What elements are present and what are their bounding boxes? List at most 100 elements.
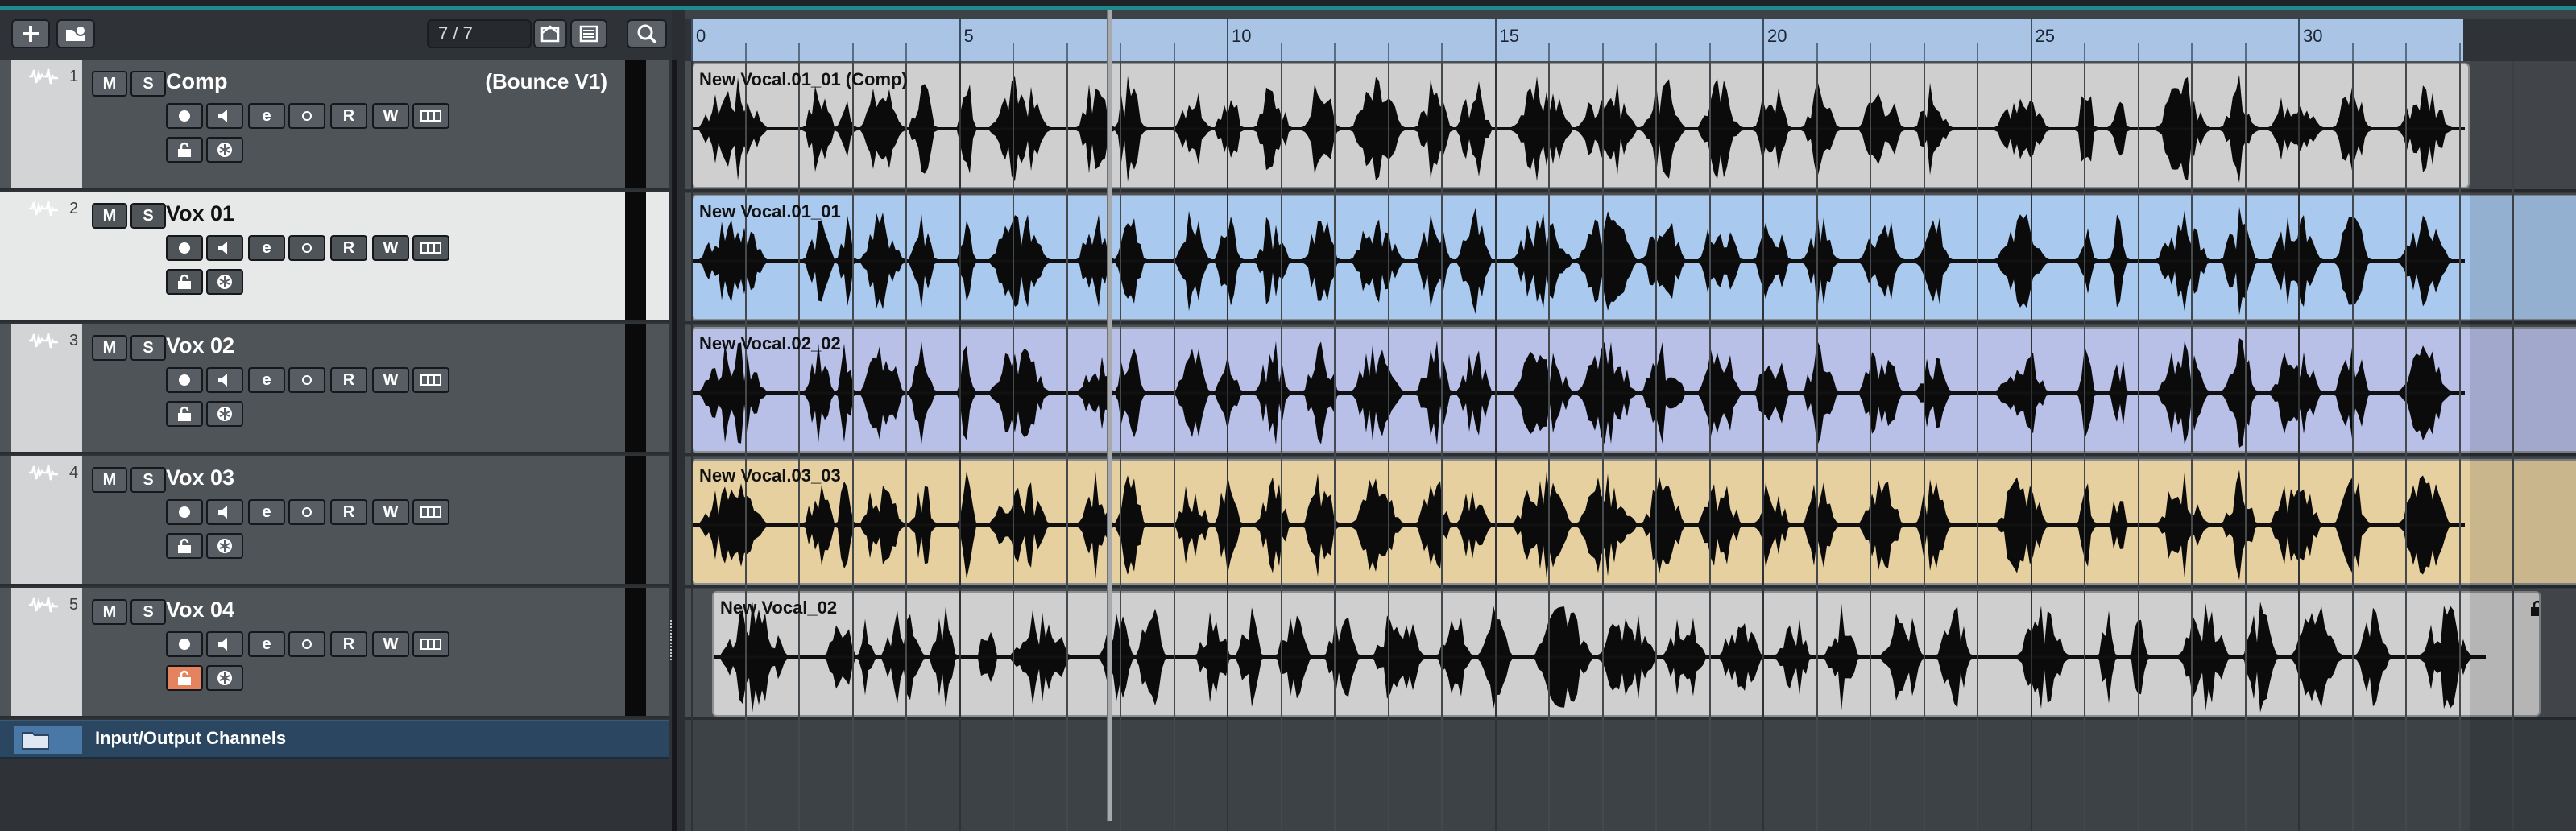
track-name[interactable]: Vox 03: [166, 465, 234, 490]
search-button[interactable]: [627, 19, 667, 48]
record-enable-button[interactable]: [166, 499, 203, 525]
monitor-button[interactable]: [206, 631, 243, 657]
mute-button[interactable]: M: [92, 71, 127, 97]
write-automation-button[interactable]: W: [372, 499, 409, 525]
read-automation-button[interactable]: R: [330, 103, 367, 129]
track-header[interactable]: 2 M S Vox 01 e R W: [0, 192, 669, 322]
circle-icon: [302, 111, 312, 121]
channel-settings-button[interactable]: [412, 499, 449, 525]
track-name[interactable]: Vox 04: [166, 597, 234, 622]
edit-button[interactable]: e: [248, 631, 285, 657]
channel-settings-button[interactable]: [412, 235, 449, 261]
monitor-button[interactable]: [206, 367, 243, 393]
grid-line: [744, 61, 747, 831]
lock-button[interactable]: [166, 269, 203, 295]
write-automation-button[interactable]: W: [372, 631, 409, 657]
edit-button[interactable]: e: [248, 103, 285, 129]
monitor-button[interactable]: [206, 103, 243, 129]
freeze-button[interactable]: [206, 137, 243, 163]
add-folder-button[interactable]: [56, 19, 95, 48]
track-meter: [625, 324, 646, 452]
solo-button[interactable]: S: [130, 71, 166, 97]
edit-button[interactable]: e: [248, 367, 285, 393]
cycle-range[interactable]: [691, 19, 2463, 61]
grid-line: [851, 61, 854, 831]
track-header[interactable]: 3 M S Vox 02 e R W: [0, 324, 669, 454]
speaker-icon: [218, 506, 227, 519]
plus-icon: [23, 26, 39, 42]
freeze-button[interactable]: [206, 665, 243, 691]
write-automation-button[interactable]: W: [372, 367, 409, 393]
panel-splitter[interactable]: [672, 60, 677, 831]
channel-settings-button[interactable]: [412, 103, 449, 129]
read-automation-button[interactable]: R: [330, 631, 367, 657]
freeze-button[interactable]: [206, 401, 243, 427]
ruler-minor-tick: [2458, 43, 2461, 61]
monitor-button[interactable]: [206, 499, 243, 525]
lane-button[interactable]: [288, 367, 325, 393]
ruler-major-tick: [2298, 19, 2300, 61]
lane-button[interactable]: [288, 235, 325, 261]
write-automation-button[interactable]: W: [372, 103, 409, 129]
monitor-button[interactable]: [206, 235, 243, 261]
edit-button[interactable]: e: [248, 235, 285, 261]
lock-button[interactable]: [166, 137, 203, 163]
io-channels-folder[interactable]: Input/Output Channels: [0, 720, 669, 759]
channel-settings-button[interactable]: [412, 367, 449, 393]
lane-button[interactable]: [288, 499, 325, 525]
audio-event[interactable]: New Vocal.03_03: [691, 459, 2576, 585]
track-name[interactable]: Vox 01: [166, 201, 234, 226]
lock-button[interactable]: [166, 401, 203, 427]
mute-button[interactable]: M: [92, 203, 127, 229]
audio-event[interactable]: New Vocal.02_02: [691, 327, 2576, 453]
track-color-strip[interactable]: 3: [11, 324, 82, 452]
record-enable-button[interactable]: [166, 235, 203, 261]
lock-button[interactable]: [166, 533, 203, 559]
solo-button[interactable]: S: [130, 599, 166, 625]
add-track-button[interactable]: [11, 19, 50, 48]
lane-button[interactable]: [288, 103, 325, 129]
mute-button[interactable]: M: [92, 335, 127, 361]
mute-button[interactable]: M: [92, 467, 127, 493]
record-enable-button[interactable]: [166, 103, 203, 129]
freeze-button[interactable]: [206, 533, 243, 559]
visibility-button[interactable]: [533, 19, 567, 48]
read-automation-button[interactable]: R: [330, 499, 367, 525]
channel-settings-button[interactable]: [412, 631, 449, 657]
track-color-strip[interactable]: 4: [11, 456, 82, 584]
solo-button[interactable]: S: [130, 467, 166, 493]
track-name[interactable]: Comp: [166, 69, 228, 94]
record-enable-button[interactable]: [166, 631, 203, 657]
track-color-strip[interactable]: 2: [11, 192, 82, 320]
splitter-grip[interactable]: [670, 620, 675, 660]
freeze-button[interactable]: [206, 269, 243, 295]
solo-button[interactable]: S: [130, 203, 166, 229]
lane-button[interactable]: [288, 631, 325, 657]
write-automation-button[interactable]: W: [372, 235, 409, 261]
audio-event[interactable]: New Vocal.01_01: [691, 195, 2576, 320]
track-color-strip[interactable]: 1: [11, 60, 82, 188]
solo-button[interactable]: S: [130, 335, 166, 361]
audio-event-name: New Vocal_02: [720, 597, 838, 618]
edit-button[interactable]: e: [248, 499, 285, 525]
track-header[interactable]: 4 M S Vox 03 e R W: [0, 456, 669, 586]
record-enable-button[interactable]: [166, 367, 203, 393]
audio-event[interactable]: New Vocal.01_01 (Comp): [691, 63, 2470, 188]
track-color-strip[interactable]: 5: [11, 588, 82, 716]
track-header[interactable]: 5 M S Vox 04 e R W: [0, 588, 669, 718]
mute-button[interactable]: M: [92, 599, 127, 625]
track-name[interactable]: Vox 02: [166, 333, 234, 358]
channel-strip-icon: [420, 506, 441, 518]
track-number: 3: [69, 332, 79, 349]
channel-strip-icon: [420, 639, 441, 650]
track-header[interactable]: 1 M S Comp (Bounce V1) e R W: [0, 60, 669, 190]
waveform: [714, 602, 2486, 713]
project-cursor[interactable]: [1107, 10, 1112, 821]
timeline-ruler[interactable]: 0 5 10 15 20 25 30: [685, 19, 2576, 61]
audio-event[interactable]: New Vocal_02: [712, 591, 2541, 717]
read-automation-button[interactable]: R: [330, 235, 367, 261]
grid-line: [1923, 61, 1925, 831]
read-automation-button[interactable]: R: [330, 367, 367, 393]
track-list-button[interactable]: [570, 19, 607, 48]
lock-button[interactable]: [166, 665, 203, 691]
